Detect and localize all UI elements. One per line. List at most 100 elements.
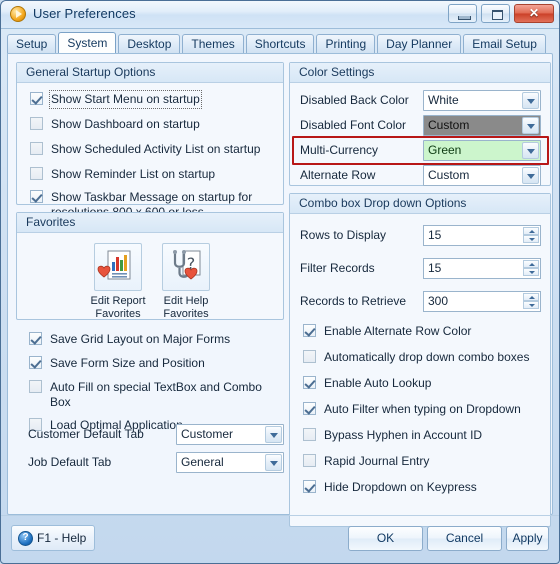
group-title: Favorites xyxy=(17,213,283,233)
checkbox-row[interactable]: Rapid Journal Entry xyxy=(302,454,542,470)
spinner-value[interactable]: 15 xyxy=(428,259,441,278)
ok-button[interactable]: OK xyxy=(348,526,423,551)
checkbox-unchecked-icon[interactable] xyxy=(303,350,316,363)
tab-shortcuts[interactable]: Shortcuts xyxy=(245,34,315,54)
apply-button[interactable]: Apply xyxy=(506,526,549,551)
checkbox-checked-icon[interactable] xyxy=(29,356,42,369)
left-dropdown-list: Customer Default Tab Customer Job Default … xyxy=(28,424,284,480)
tab-themes[interactable]: Themes xyxy=(182,34,244,54)
checkbox-row[interactable]: Auto Filter when typing on Dropdown xyxy=(302,402,542,418)
checkbox-row[interactable]: Save Form Size and Position xyxy=(28,356,284,372)
checkbox-checked-icon[interactable] xyxy=(29,332,42,345)
checkbox-unchecked-icon[interactable] xyxy=(30,167,43,180)
color-setting-dropdown-multi-currency[interactable]: Green xyxy=(423,140,541,161)
checkbox-row[interactable]: Show Reminder List on startup xyxy=(29,167,275,183)
spinner-up-icon[interactable] xyxy=(523,227,539,235)
group-title: General Startup Options xyxy=(17,63,283,83)
app-play-icon xyxy=(10,6,26,22)
tab-printing[interactable]: Printing xyxy=(316,34,376,54)
minimize-button[interactable] xyxy=(448,4,477,23)
checkbox-row[interactable]: Show Scheduled Activity List on startup xyxy=(29,142,275,158)
checkbox-checked-icon[interactable] xyxy=(303,480,316,493)
checkbox-unchecked-icon[interactable] xyxy=(30,117,43,130)
title-bar: User Preferences ✕ xyxy=(1,1,559,29)
checkbox-row[interactable]: Show Dashboard on startup xyxy=(29,117,275,133)
checkbox-label: Automatically drop down combo boxes xyxy=(324,350,530,364)
dropdown-customer-default-tab[interactable]: Customer xyxy=(176,424,284,445)
close-button[interactable]: ✕ xyxy=(514,4,554,23)
left-column: General Startup Options Show Start Menu … xyxy=(16,62,284,506)
chevron-down-icon[interactable] xyxy=(522,92,539,109)
tab-email-setup[interactable]: Email Setup xyxy=(463,34,546,54)
favorites-body: ? Edit Report Favorites Edit Help Favori… xyxy=(17,233,283,321)
chevron-down-icon[interactable] xyxy=(522,167,539,184)
color-setting-dropdown-disabled-back-color[interactable]: White xyxy=(423,90,541,111)
tab-setup[interactable]: Setup xyxy=(7,34,57,54)
checkbox-label: Auto Filter when typing on Dropdown xyxy=(324,402,521,416)
checkbox-label: Auto Fill on special TextBox and Combo B… xyxy=(50,380,262,409)
checkbox-label: Hide Dropdown on Keypress xyxy=(324,480,477,494)
tab-content-system: General Startup Options Show Start Menu … xyxy=(7,53,553,527)
maximize-button[interactable] xyxy=(481,4,510,23)
spinner-row: Rows to Display 15 xyxy=(300,225,550,246)
chevron-down-icon[interactable] xyxy=(522,142,539,159)
f1-help-button[interactable]: F1 - Help xyxy=(11,525,95,551)
spinner-value[interactable]: 15 xyxy=(428,226,441,245)
spinner-up-icon[interactable] xyxy=(523,293,539,301)
checkbox-checked-icon[interactable] xyxy=(30,190,43,203)
checkbox-unchecked-icon[interactable] xyxy=(30,142,43,155)
tab-desktop[interactable]: Desktop xyxy=(118,34,181,54)
checkbox-row[interactable]: Enable Auto Lookup xyxy=(302,376,542,392)
checkbox-unchecked-icon[interactable] xyxy=(29,380,42,393)
spinner-rows-to-display[interactable]: 15 xyxy=(423,225,541,246)
group-title: Combo box Drop down Options xyxy=(290,194,550,214)
edit-report-favorites-button[interactable] xyxy=(94,243,142,291)
spinner-value[interactable]: 300 xyxy=(428,292,448,311)
chevron-down-icon[interactable] xyxy=(265,426,282,443)
checkbox-label: Enable Alternate Row Color xyxy=(324,324,472,338)
dropdown-job-default-tab[interactable]: General xyxy=(176,452,284,473)
edit-help-favorites-button[interactable]: ? xyxy=(162,243,210,291)
spinner-down-icon[interactable] xyxy=(523,268,539,276)
dropdown-value: General xyxy=(181,455,224,469)
group-title: Color Settings xyxy=(290,63,550,83)
checkbox-row[interactable]: Enable Alternate Row Color xyxy=(302,324,542,340)
color-setting-dropdown-disabled-font-color[interactable]: Custom xyxy=(423,115,541,136)
general-startup-checkbox-list: Show Start Menu on startup Show Dashboard… xyxy=(17,83,283,220)
color-setting-label: Multi-Currency xyxy=(300,143,379,157)
checkbox-unchecked-icon[interactable] xyxy=(303,454,316,467)
checkbox-row[interactable]: Show Start Menu on startup xyxy=(29,90,275,109)
tab-system[interactable]: System xyxy=(58,32,117,54)
combo-options-body: Rows to Display 15 Filter Records 15 Records… xyxy=(290,214,550,528)
checkbox-checked-icon[interactable] xyxy=(303,324,316,337)
spinner-records-to-retrieve[interactable]: 300 xyxy=(423,291,541,312)
spinner-label: Filter Records xyxy=(300,261,375,275)
checkbox-checked-icon[interactable] xyxy=(303,376,316,389)
checkbox-row[interactable]: Bypass Hyphen in Account ID xyxy=(302,428,542,444)
checkbox-row[interactable]: Hide Dropdown on Keypress xyxy=(302,480,542,496)
user-preferences-window: User Preferences ✕ Setup System Desktop The… xyxy=(0,0,560,564)
f1-help-label: F1 - Help xyxy=(37,531,87,545)
checkbox-row[interactable]: Auto Fill on special TextBox and Combo B… xyxy=(28,380,284,410)
checkbox-label: Show Reminder List on startup xyxy=(51,167,216,181)
color-setting-label: Disabled Back Color xyxy=(300,93,409,107)
right-column: Color Settings Disabled Back Color White D… xyxy=(289,62,551,527)
color-setting-value: White xyxy=(428,93,459,107)
color-setting-dropdown-alternate-row[interactable]: Custom xyxy=(423,165,541,186)
checkbox-checked-icon[interactable] xyxy=(30,92,43,105)
checkbox-label: Show Dashboard on startup xyxy=(51,117,200,131)
cancel-button[interactable]: Cancel xyxy=(427,526,502,551)
chevron-down-icon[interactable] xyxy=(265,454,282,471)
spinner-down-icon[interactable] xyxy=(523,235,539,243)
chevron-down-icon[interactable] xyxy=(522,117,539,134)
checkbox-row[interactable]: Automatically drop down combo boxes xyxy=(302,350,542,366)
checkbox-label: Save Grid Layout on Major Forms xyxy=(50,332,231,346)
spinner-filter-records[interactable]: 15 xyxy=(423,258,541,279)
tab-day-planner[interactable]: Day Planner xyxy=(377,34,462,54)
spinner-down-icon[interactable] xyxy=(523,301,539,309)
checkbox-row[interactable]: Save Grid Layout on Major Forms xyxy=(28,332,284,348)
spinner-up-icon[interactable] xyxy=(523,260,539,268)
checkbox-checked-icon[interactable] xyxy=(303,402,316,415)
window-controls: ✕ xyxy=(448,4,554,23)
checkbox-unchecked-icon[interactable] xyxy=(303,428,316,441)
